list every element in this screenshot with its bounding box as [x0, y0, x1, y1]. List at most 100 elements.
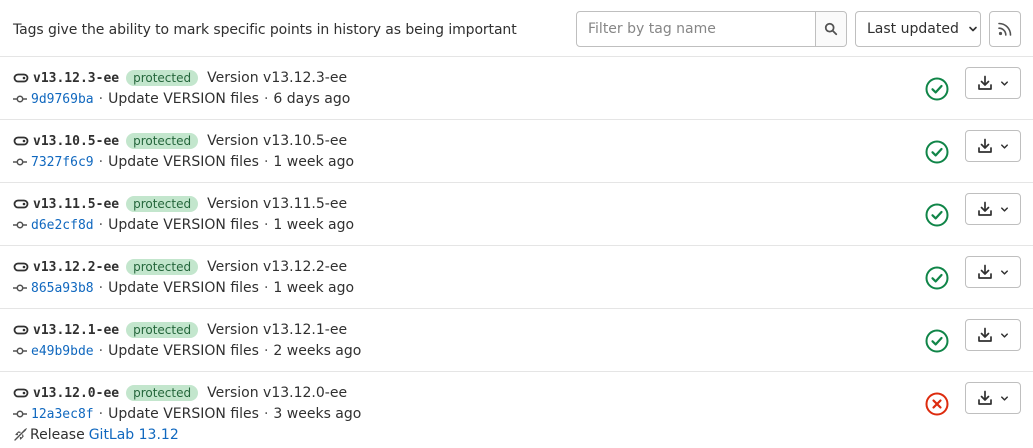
commit-line: 12a3ec8f · Update VERSION files · 3 week… [13, 405, 361, 423]
commit-time: 1 week ago [273, 280, 355, 296]
tag-row: v13.12.1-ee protected Version v13.12.1-e… [0, 309, 1033, 372]
tag-icon [13, 133, 29, 149]
commit-title: Update VERSION files [108, 91, 259, 107]
protected-badge: protected [126, 259, 199, 275]
separator: · [98, 217, 104, 233]
download-dropdown[interactable] [965, 256, 1021, 288]
download-dropdown[interactable] [965, 130, 1021, 162]
tag-row: v13.12.0-ee protected Version v13.12.0-e… [0, 372, 1033, 448]
tag-message: Version v13.12.0-ee [207, 385, 348, 401]
download-icon [977, 201, 993, 217]
sort-dropdown[interactable]: Last updated [855, 11, 981, 47]
separator: · [98, 91, 104, 107]
protected-badge: protected [126, 70, 199, 86]
commit-line: 7327f6c9 · Update VERSION files · 1 week… [13, 153, 354, 171]
commit-title: Update VERSION files [108, 406, 259, 422]
commit-time: 1 week ago [273, 154, 355, 170]
tag-row: v13.12.2-ee protected Version v13.12.2-e… [0, 246, 1033, 309]
commit-time: 6 days ago [273, 91, 351, 107]
tag-name-link[interactable]: v13.10.5-ee [33, 134, 119, 149]
tag-title-line: v13.12.3-ee protected Version v13.12.3-e… [13, 69, 347, 87]
commit-line: e49b9bde · Update VERSION files · 2 week… [13, 342, 361, 360]
commit-sha-link[interactable]: e49b9bde [31, 344, 94, 359]
protected-badge: protected [126, 196, 199, 212]
download-icon [977, 264, 993, 280]
commit-icon [13, 155, 27, 169]
pipeline-status-success[interactable] [925, 266, 949, 290]
commit-time: 3 weeks ago [273, 406, 362, 422]
commit-sha-link[interactable]: d6e2cf8d [31, 218, 94, 233]
commit-icon [13, 407, 27, 421]
separator: · [263, 217, 269, 233]
download-icon [977, 327, 993, 343]
tag-name-link[interactable]: v13.12.1-ee [33, 323, 119, 338]
tag-icon [13, 196, 29, 212]
check-circle-icon [925, 77, 949, 105]
pipeline-status-failed[interactable] [925, 392, 949, 416]
pipeline-status-success[interactable] [925, 203, 949, 227]
separator: · [98, 406, 104, 422]
download-icon [977, 75, 993, 91]
commit-icon [13, 92, 27, 106]
commit-time: 2 weeks ago [273, 343, 362, 359]
tag-icon [13, 385, 29, 401]
tag-message: Version v13.12.1-ee [207, 322, 348, 338]
check-circle-icon [925, 329, 949, 357]
commit-line: 9d9769ba · Update VERSION files · 6 days… [13, 90, 350, 108]
download-dropdown[interactable] [965, 319, 1021, 351]
tag-row: v13.10.5-ee protected Version v13.10.5-e… [0, 120, 1033, 183]
download-dropdown[interactable] [965, 193, 1021, 225]
rss-icon [998, 22, 1012, 36]
release-line: Release GitLab 13.12 [13, 426, 179, 444]
tag-filter [576, 11, 847, 47]
download-icon [977, 390, 993, 406]
pipeline-status-success[interactable] [925, 77, 949, 101]
separator: · [98, 280, 104, 296]
download-icon [977, 138, 993, 154]
tag-name-link[interactable]: v13.11.5-ee [33, 197, 119, 212]
commit-time: 1 week ago [273, 217, 355, 233]
tags-header: Tags give the ability to mark specific p… [0, 0, 1033, 57]
intro-text: Tags give the ability to mark specific p… [13, 22, 517, 38]
commit-sha-link[interactable]: 12a3ec8f [31, 407, 94, 422]
search-button[interactable] [815, 12, 846, 46]
tag-row: v13.12.3-ee protected Version v13.12.3-e… [0, 57, 1033, 120]
release-link[interactable]: GitLab 13.12 [89, 427, 179, 443]
protected-badge: protected [126, 385, 199, 401]
separator: · [263, 154, 269, 170]
error-circle-icon [925, 392, 949, 420]
search-icon [824, 22, 838, 36]
tag-name-link[interactable]: v13.12.2-ee [33, 260, 119, 275]
commit-line: d6e2cf8d · Update VERSION files · 1 week… [13, 216, 354, 234]
tag-name-link[interactable]: v13.12.3-ee [33, 71, 119, 86]
protected-badge: protected [126, 133, 199, 149]
chevron-down-icon [999, 141, 1010, 152]
chevron-down-icon [999, 267, 1010, 278]
commit-sha-link[interactable]: 9d9769ba [31, 92, 94, 107]
tag-message: Version v13.12.2-ee [207, 259, 348, 275]
commit-icon [13, 344, 27, 358]
rocket-icon [13, 428, 27, 442]
commit-line: 865a93b8 · Update VERSION files · 1 week… [13, 279, 354, 297]
tag-row: v13.11.5-ee protected Version v13.11.5-e… [0, 183, 1033, 246]
protected-badge: protected [126, 322, 199, 338]
chevron-down-icon [969, 26, 977, 32]
download-dropdown[interactable] [965, 67, 1021, 99]
tag-message: Version v13.10.5-ee [207, 133, 348, 149]
commit-icon [13, 218, 27, 232]
tag-name-link[interactable]: v13.12.0-ee [33, 386, 119, 401]
rss-button[interactable] [989, 11, 1021, 47]
separator: · [98, 343, 104, 359]
tag-title-line: v13.10.5-ee protected Version v13.10.5-e… [13, 132, 347, 150]
separator: · [263, 91, 269, 107]
pipeline-status-success[interactable] [925, 140, 949, 164]
commit-title: Update VERSION files [108, 154, 259, 170]
tag-filter-input[interactable] [577, 12, 815, 46]
chevron-down-icon [999, 78, 1010, 89]
pipeline-status-success[interactable] [925, 329, 949, 353]
sort-label: Last updated [867, 21, 959, 37]
commit-sha-link[interactable]: 865a93b8 [31, 281, 94, 296]
download-dropdown[interactable] [965, 382, 1021, 414]
commit-sha-link[interactable]: 7327f6c9 [31, 155, 94, 170]
tag-icon [13, 70, 29, 86]
